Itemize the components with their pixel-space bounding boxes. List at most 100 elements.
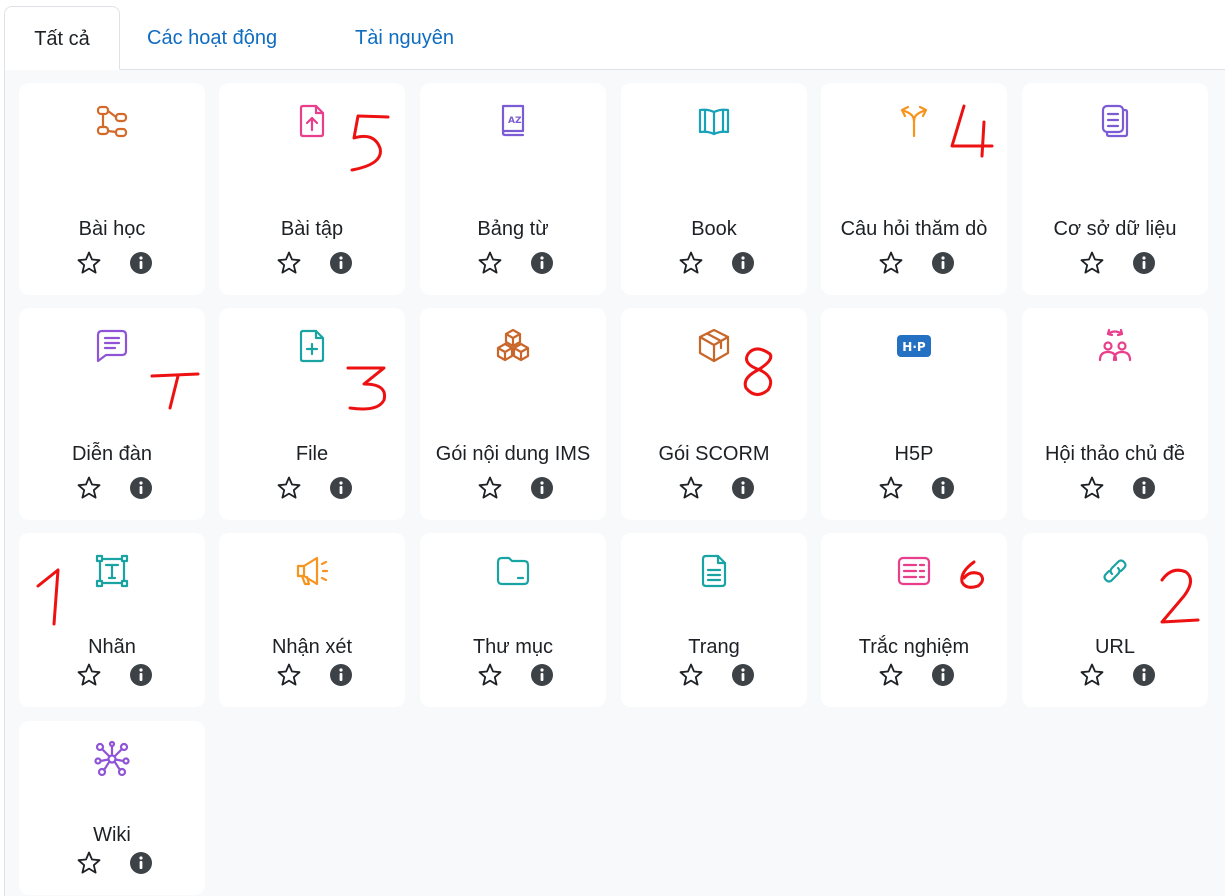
star-icon[interactable] (275, 661, 303, 689)
star-icon[interactable] (275, 249, 303, 277)
module-card-file[interactable]: File (219, 308, 405, 520)
wiki-icon (94, 740, 130, 777)
info-icon[interactable] (129, 851, 153, 875)
module-actions (821, 472, 1007, 512)
module-card-assignment[interactable]: Bài tập (219, 83, 405, 295)
star-icon[interactable] (1078, 661, 1106, 689)
module-actions (19, 472, 205, 512)
info-icon[interactable] (1132, 251, 1156, 275)
info-icon[interactable] (129, 663, 153, 687)
forum-icon (96, 329, 128, 363)
module-actions (821, 659, 1007, 699)
tab-activities[interactable]: Các hoạt động (147, 6, 277, 70)
lesson-icon (96, 105, 128, 138)
module-card-h5p[interactable]: H·P H5P (821, 308, 1007, 520)
folder-icon (496, 556, 530, 586)
module-card-wiki[interactable]: Wiki (19, 721, 205, 895)
info-icon[interactable] (329, 663, 353, 687)
info-icon[interactable] (731, 476, 755, 500)
module-actions (420, 472, 606, 512)
info-icon[interactable] (931, 476, 955, 500)
module-card-url[interactable]: URL (1022, 533, 1208, 707)
module-card-book[interactable]: Book (621, 83, 807, 295)
info-icon[interactable] (329, 476, 353, 500)
assignment-icon (299, 104, 325, 138)
module-actions (621, 659, 807, 699)
info-icon[interactable] (129, 251, 153, 275)
star-icon[interactable] (476, 661, 504, 689)
choice-icon (900, 105, 928, 138)
module-actions (420, 247, 606, 287)
page-icon (701, 554, 727, 588)
module-card-page[interactable]: Trang (621, 533, 807, 707)
module-actions (621, 247, 807, 287)
module-actions (621, 472, 807, 512)
file-icon (299, 329, 325, 363)
module-actions (1022, 659, 1208, 699)
info-icon[interactable] (1132, 476, 1156, 500)
tab-all[interactable]: Tất cả (4, 6, 120, 70)
info-icon[interactable] (731, 663, 755, 687)
star-icon[interactable] (476, 249, 504, 277)
workshop-icon (1098, 328, 1132, 362)
info-icon[interactable] (731, 251, 755, 275)
star-icon[interactable] (1078, 249, 1106, 277)
module-grid: Bài học Bài tập AZ Bảng từ Book Câu hỏi … (4, 70, 1225, 896)
star-icon[interactable] (275, 474, 303, 502)
info-icon[interactable] (931, 251, 955, 275)
module-actions (1022, 472, 1208, 512)
star-icon[interactable] (677, 249, 705, 277)
module-card-choice[interactable]: Câu hỏi thăm dò (821, 83, 1007, 295)
star-icon[interactable] (75, 474, 103, 502)
module-card-folder[interactable]: Thư mục (420, 533, 606, 707)
module-actions (420, 659, 606, 699)
module-card-glossary[interactable]: AZ Bảng từ (420, 83, 606, 295)
star-icon[interactable] (677, 661, 705, 689)
star-icon[interactable] (877, 249, 905, 277)
feedback-icon (296, 556, 329, 586)
star-icon[interactable] (877, 661, 905, 689)
url-link-icon (1103, 559, 1127, 583)
star-icon[interactable] (1078, 474, 1106, 502)
svg-text:H·P: H·P (902, 340, 926, 354)
star-icon[interactable] (677, 474, 705, 502)
star-icon[interactable] (476, 474, 504, 502)
database-icon (1101, 104, 1129, 138)
book-icon (698, 108, 730, 136)
module-actions (19, 247, 205, 287)
star-icon[interactable] (75, 661, 103, 689)
module-card-database[interactable]: Cơ sở dữ liệu (1022, 83, 1208, 295)
module-card-workshop[interactable]: Hội thảo chủ đề (1022, 308, 1208, 520)
info-icon[interactable] (1132, 663, 1156, 687)
module-card-quiz[interactable]: Trắc nghiệm (821, 533, 1007, 707)
star-icon[interactable] (877, 474, 905, 502)
module-card-scorm-package[interactable]: Gói SCORM (621, 308, 807, 520)
module-actions (219, 472, 405, 512)
module-actions (19, 659, 205, 699)
info-icon[interactable] (530, 476, 554, 500)
info-icon[interactable] (129, 476, 153, 500)
module-card-lesson[interactable]: Bài học (19, 83, 205, 295)
module-card-forum[interactable]: Diễn đàn (19, 308, 205, 520)
module-actions (219, 659, 405, 699)
module-actions (19, 847, 205, 887)
module-card-feedback[interactable]: Nhận xét (219, 533, 405, 707)
module-card-ims-package[interactable]: Gói nội dung IMS (420, 308, 606, 520)
module-actions (821, 247, 1007, 287)
info-icon[interactable] (530, 663, 554, 687)
module-actions (219, 247, 405, 287)
module-card-label[interactable]: Nhãn (19, 533, 205, 707)
info-icon[interactable] (329, 251, 353, 275)
label-icon (95, 554, 129, 588)
module-actions (1022, 247, 1208, 287)
star-icon[interactable] (75, 849, 103, 877)
scorm-package-icon (698, 328, 730, 363)
tab-resources[interactable]: Tài nguyên (355, 6, 454, 70)
glossary-icon: AZ (501, 104, 525, 137)
quiz-icon (897, 556, 931, 586)
info-icon[interactable] (530, 251, 554, 275)
h5p-icon: H·P (897, 335, 931, 357)
svg-text:AZ: AZ (508, 116, 522, 126)
star-icon[interactable] (75, 249, 103, 277)
info-icon[interactable] (931, 663, 955, 687)
